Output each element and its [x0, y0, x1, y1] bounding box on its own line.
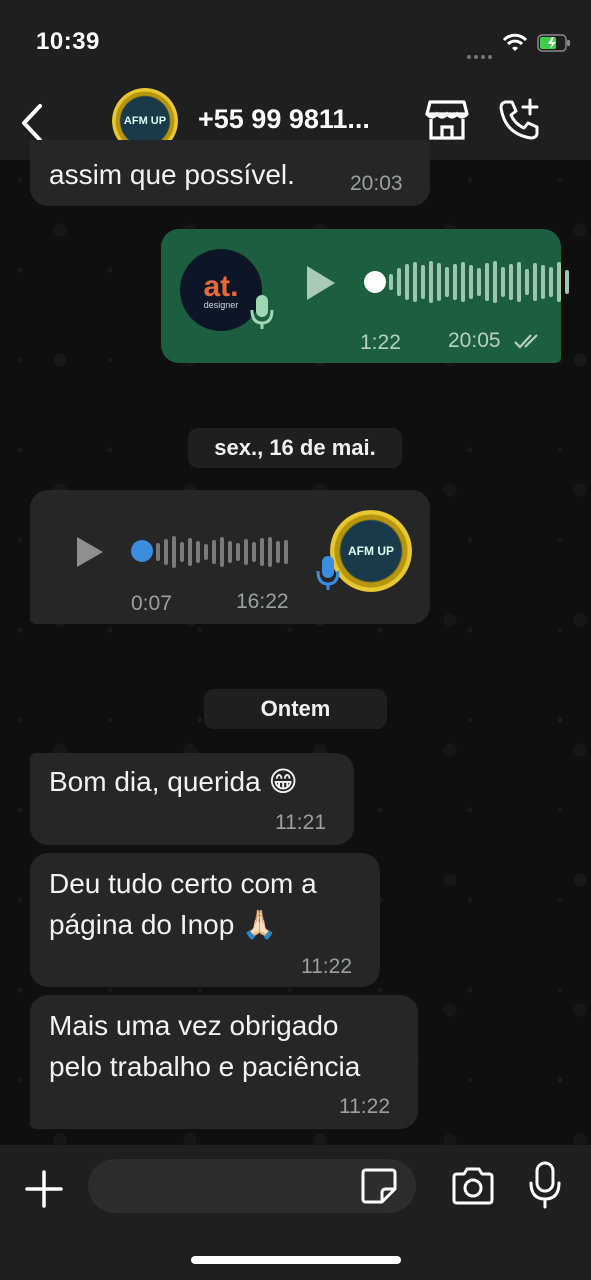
incoming-message[interactable]: Bom dia, querida 😁 11:21	[30, 753, 354, 845]
message-text: pelo trabalho e paciência	[49, 1051, 361, 1082]
voice-waveform[interactable]	[156, 534, 288, 570]
waveform-bar	[421, 265, 425, 299]
waveform-bar	[461, 262, 465, 302]
status-time: 10:39	[36, 28, 100, 55]
waveform-bar	[525, 269, 529, 295]
message-time: 20:03	[350, 172, 403, 195]
waveform-bar	[389, 274, 393, 290]
message-text: Mais uma vez obrigado	[49, 1010, 339, 1041]
waveform-bar	[541, 265, 545, 299]
message-text: assim que possível.	[49, 159, 295, 190]
camera-icon[interactable]	[450, 1165, 496, 1207]
message-time: 11:22	[301, 955, 352, 978]
signal-icon	[467, 46, 495, 64]
waveform-bar	[204, 544, 208, 560]
sender-avatar: AFM UP	[330, 510, 412, 592]
date-separator: sex., 16 de mai.	[188, 428, 402, 468]
playback-dot[interactable]	[364, 271, 386, 293]
message-text: Bom dia, querida 😁	[49, 766, 298, 797]
incoming-voice-message[interactable]: 0:07 16:22 AFM UP	[30, 490, 430, 624]
business-store-icon[interactable]	[424, 98, 470, 142]
plus-icon[interactable]	[24, 1169, 64, 1209]
waveform-bar	[156, 543, 160, 561]
waveform-bar	[252, 542, 256, 562]
play-icon[interactable]	[74, 534, 106, 570]
waveform-bar	[196, 541, 200, 563]
waveform-bar	[397, 268, 401, 296]
waveform-bar	[469, 265, 473, 299]
microphone-icon	[250, 295, 274, 329]
waveform-bar	[268, 537, 272, 567]
message-text: Deu tudo certo com a	[49, 868, 317, 899]
waveform-bar	[429, 261, 433, 303]
message-time: 11:22	[339, 1095, 390, 1118]
waveform-bar	[477, 268, 481, 296]
waveform-bar	[180, 542, 184, 562]
status-bar: 10:39	[0, 0, 591, 88]
message-time: 20:05	[448, 329, 501, 352]
sticker-icon[interactable]	[360, 1167, 398, 1205]
waveform-bar	[509, 264, 513, 300]
waveform-bar	[228, 541, 232, 563]
waveform-bar	[453, 264, 457, 300]
waveform-bar	[485, 263, 489, 301]
incoming-message[interactable]: Mais uma vez obrigado pelo trabalho e pa…	[30, 995, 418, 1129]
waveform-bar	[236, 543, 240, 561]
waveform-bar	[501, 267, 505, 297]
home-indicator	[191, 1256, 401, 1264]
message-text: página do Inop 🙏🏻	[49, 909, 277, 940]
message-time: 16:22	[236, 590, 289, 613]
waveform-bar	[260, 538, 264, 566]
waveform-bar	[437, 263, 441, 301]
voice-duration: 1:22	[360, 331, 401, 354]
add-call-icon[interactable]	[497, 96, 543, 142]
waveform-bar	[284, 540, 288, 564]
read-checkmarks-icon	[514, 334, 538, 349]
waveform-bar	[172, 536, 176, 568]
waveform-bar	[212, 540, 216, 564]
waveform-bar	[557, 262, 561, 302]
microphone-icon	[316, 556, 340, 590]
playback-dot[interactable]	[131, 540, 153, 562]
waveform-bar	[565, 270, 569, 294]
date-separator: Ontem	[204, 689, 387, 729]
waveform-bar	[445, 267, 449, 297]
waveform-bar	[517, 262, 521, 302]
waveform-bar	[413, 262, 417, 302]
incoming-message[interactable]: assim que possível. 20:03	[30, 140, 430, 206]
waveform-bar	[220, 537, 224, 567]
contact-name[interactable]: +55 99 9811...	[198, 104, 370, 135]
waveform-bar	[276, 541, 280, 563]
waveform-bar	[549, 267, 553, 297]
waveform-bar	[533, 263, 537, 301]
microphone-icon[interactable]	[527, 1161, 563, 1209]
waveform-bar	[244, 539, 248, 565]
waveform-bar	[188, 538, 192, 566]
waveform-bar	[164, 539, 168, 565]
waveform-bar	[405, 264, 409, 300]
voice-waveform[interactable]	[389, 261, 569, 303]
message-time: 11:21	[275, 811, 326, 834]
waveform-bar	[493, 261, 497, 303]
play-icon[interactable]	[303, 263, 339, 303]
wifi-icon	[502, 33, 528, 51]
voice-duration: 0:07	[131, 592, 172, 615]
incoming-message[interactable]: Deu tudo certo com a página do Inop 🙏🏻 1…	[30, 853, 380, 987]
outgoing-voice-message[interactable]: at. designer 1:22 20:05	[161, 229, 569, 363]
battery-icon	[537, 34, 570, 52]
